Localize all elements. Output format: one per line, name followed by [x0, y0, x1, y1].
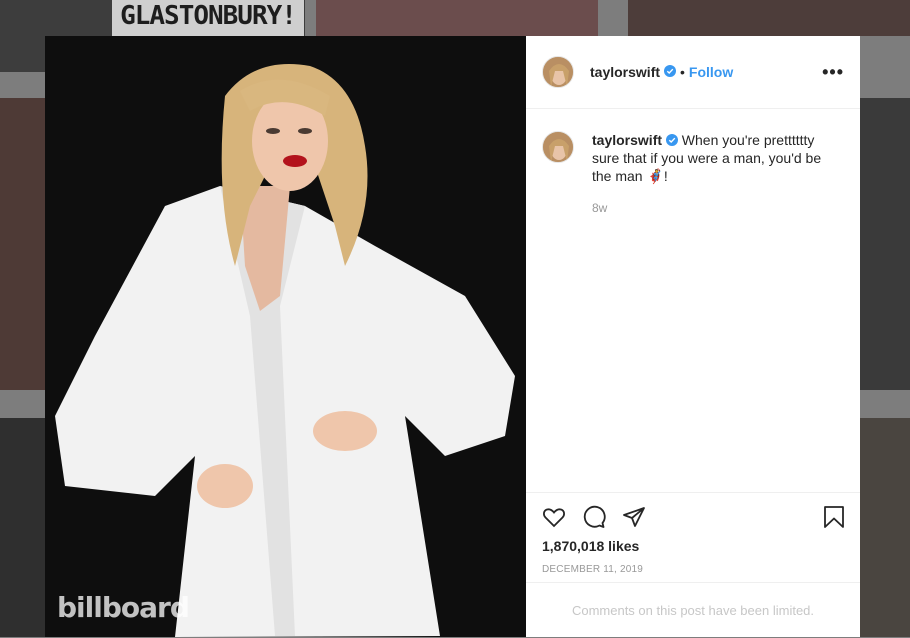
action-bar: [526, 492, 860, 538]
post-photo[interactable]: billboard: [45, 36, 526, 637]
background-tile-bottom-left: [0, 418, 45, 637]
header-username[interactable]: taylorswift: [590, 64, 660, 80]
comments-limited-text: Comments on this post have been limited.: [571, 603, 815, 618]
background-banner: GLASTONBURY!: [112, 0, 304, 36]
more-options-icon[interactable]: •••: [822, 62, 844, 83]
caption-text-block: taylorswift When you're pretttttty sure …: [592, 131, 824, 185]
post-date: DECEMBER 11, 2019: [542, 564, 644, 575]
post-details-panel: taylorswift • Follow ••• taylorswift Whe…: [526, 36, 860, 637]
caption-avatar[interactable]: [542, 131, 574, 163]
likes-count[interactable]: 1,870,018 likes: [542, 538, 639, 554]
background-tile-mid-right: [860, 98, 910, 390]
follow-button[interactable]: Follow: [689, 64, 733, 80]
caption: taylorswift When you're pretttttty sure …: [542, 131, 824, 185]
photo-illustration: [45, 36, 526, 637]
header-separator: •: [680, 64, 685, 80]
comments-limited-notice: Comments on this post have been limited.: [526, 582, 860, 638]
comment-icon[interactable]: [582, 505, 606, 529]
avatar-image: [543, 57, 573, 87]
bookmark-icon[interactable]: [822, 505, 846, 529]
post-age[interactable]: 8w: [592, 201, 607, 215]
heart-icon[interactable]: [542, 505, 566, 529]
post-header: taylorswift • Follow •••: [526, 36, 860, 109]
background-tile-bottom-right: [860, 418, 910, 637]
caption-avatar-image: [543, 132, 573, 162]
background-tile-top-right: [628, 0, 910, 36]
caption-verified-badge-icon: [665, 132, 682, 148]
avatar[interactable]: [542, 56, 574, 88]
billboard-watermark: billboard: [57, 591, 190, 624]
caption-username[interactable]: taylorswift: [592, 132, 662, 148]
share-icon[interactable]: [622, 505, 646, 529]
background-tile-mid-left: [0, 98, 45, 390]
background-tile-top-middle: [316, 0, 598, 36]
verified-badge-icon: [664, 63, 677, 81]
